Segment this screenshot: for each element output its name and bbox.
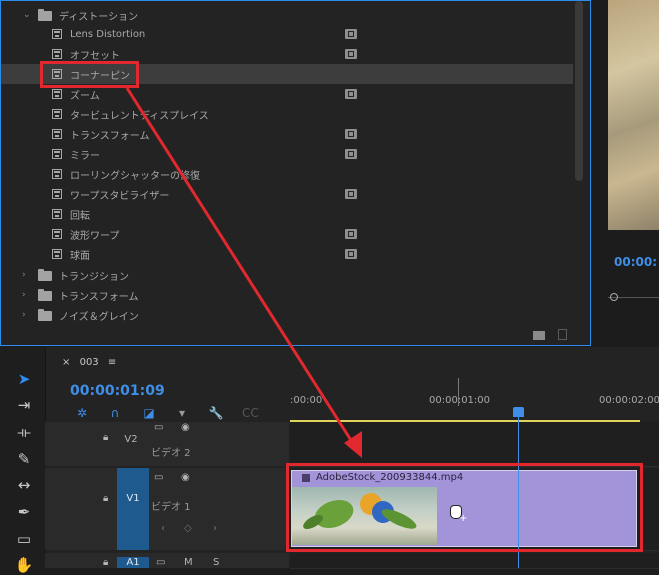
- drag-arrow: [125, 87, 362, 458]
